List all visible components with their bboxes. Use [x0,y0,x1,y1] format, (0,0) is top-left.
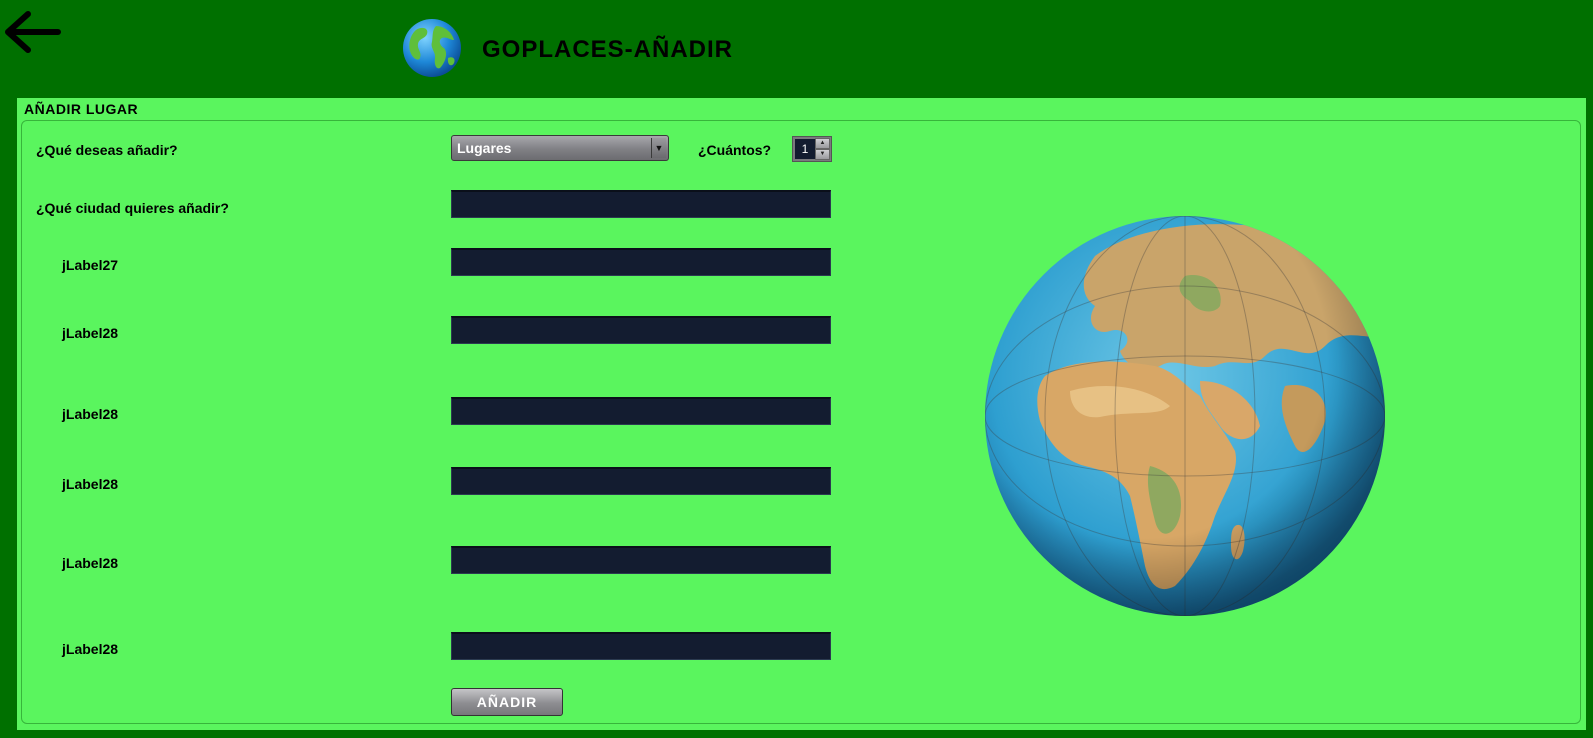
count-spinner[interactable]: 1 ▲ ▼ [792,136,832,162]
spin-down-icon[interactable]: ▼ [815,149,830,160]
world-globe-image [985,216,1385,616]
count-label: ¿Cuántos? [698,142,772,158]
field-input-6[interactable] [451,632,831,660]
what-to-add-label: ¿Qué deseas añadir? [36,142,178,158]
add-button[interactable]: AÑADIR [451,688,563,716]
field-label-1: jLabel27 [62,257,119,273]
spin-up-icon[interactable]: ▲ [815,138,830,149]
count-value[interactable]: 1 [795,139,815,159]
field-label-4: jLabel28 [62,476,119,492]
globe-icon [403,19,461,77]
field-input-1[interactable] [451,248,831,276]
type-select-value: Lugares [457,140,512,156]
type-select[interactable]: Lugares ▼ [451,135,669,161]
panel-title: AÑADIR LUGAR [24,101,139,117]
field-input-2[interactable] [451,316,831,344]
field-label-3: jLabel28 [62,406,119,422]
field-input-3[interactable] [451,397,831,425]
city-input[interactable] [451,190,831,218]
back-arrow-icon[interactable] [0,8,64,58]
chevron-down-icon[interactable]: ▼ [651,138,666,158]
app-title: GOPLACES-AÑADIR [482,36,734,63]
field-label-6: jLabel28 [62,641,119,657]
field-label-2: jLabel28 [62,325,119,341]
field-input-5[interactable] [451,546,831,574]
field-label-5: jLabel28 [62,555,119,571]
city-label: ¿Qué ciudad quieres añadir? [36,200,229,216]
field-input-4[interactable] [451,467,831,495]
